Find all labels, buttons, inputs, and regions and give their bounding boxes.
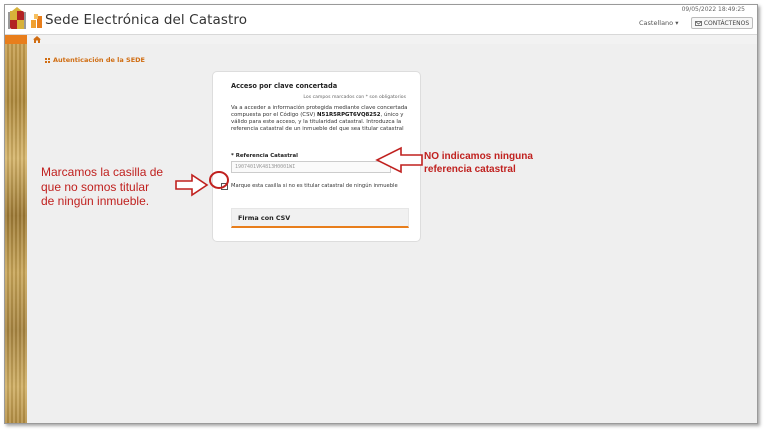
annotation-right-line-1: NO indicamos ninguna [424,151,533,162]
annotation-left-line-1: Marcamos la casilla de [41,165,164,179]
arrow-icon [375,146,423,174]
annotation-layer [175,146,423,197]
annotation-left: Marcamos la casilla de que no somos titu… [41,165,163,209]
annotation-right: NO indicamos ninguna referencia catastra… [424,151,533,176]
annotation-left-line-3: de ningún inmueble. [41,194,150,208]
arrow-icon [175,173,209,197]
checkbox-highlight-circle [209,171,229,189]
annotation-right-line-2: referencia catastral [424,163,516,175]
annotation-left-line-2: que no somos titular [41,179,150,194]
